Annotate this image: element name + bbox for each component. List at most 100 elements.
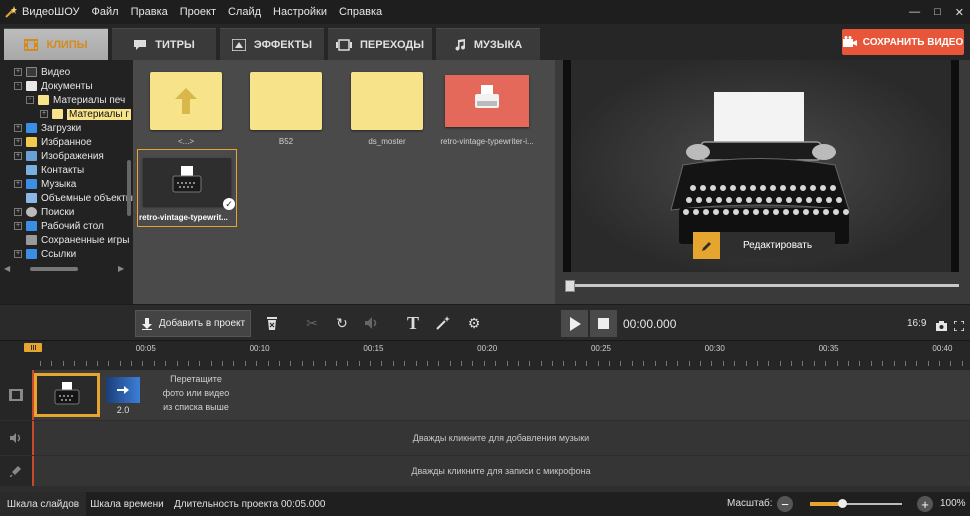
close-icon[interactable]: ✕ [955, 6, 964, 19]
ruler-tick [176, 361, 178, 366]
tree-item-links[interactable]: + Ссылки [14, 247, 76, 261]
playhead-handle[interactable] [24, 343, 42, 352]
ruler-tick [825, 361, 827, 366]
ruler-tick [483, 361, 485, 366]
zoom-slider-thumb[interactable] [838, 499, 848, 508]
file-up-folder[interactable] [150, 72, 222, 130]
tree-item-favorites[interactable]: + Избранное [14, 135, 92, 149]
tree-item-saved-games[interactable]: Сохраненные игры [14, 233, 129, 247]
cut-icon[interactable]: ✂ [302, 313, 322, 333]
volume-icon[interactable] [362, 313, 382, 333]
folder-icon [52, 109, 63, 119]
tab-transitions[interactable]: ПЕРЕХОДЫ [328, 28, 432, 60]
download-icon [26, 123, 37, 133]
add-to-project-button[interactable]: Добавить в проект [135, 310, 251, 337]
seek-track[interactable] [565, 284, 959, 287]
ruler-tick [631, 361, 633, 366]
scroll-left-icon[interactable]: ◀ [4, 264, 10, 273]
tree-item-materials-selected[interactable]: + Материалы г [40, 107, 131, 121]
menu-file[interactable]: Файл [92, 6, 119, 18]
file-image-typewriter-red[interactable] [445, 75, 529, 127]
magic-wand-icon[interactable] [433, 313, 453, 333]
tab-clips[interactable]: КЛИПЫ [4, 28, 108, 60]
ruler-tick [586, 361, 588, 366]
tree-item-video[interactable]: + Видео [14, 65, 70, 79]
snapshot-icon[interactable] [936, 318, 947, 336]
ruler-tick [654, 361, 656, 366]
timeline-ruler[interactable]: 00:05 00:10 00:15 00:20 00:25 00:30 00:35 00:40 [0, 340, 970, 370]
edit-button-label: Редактировать [742, 240, 813, 251]
ruler-tick [96, 361, 98, 366]
seek-handle[interactable] [565, 280, 575, 292]
tab-music[interactable]: МУЗЫКА [436, 28, 540, 60]
ruler-tick [802, 361, 804, 366]
slides-scale-tab[interactable]: Шкала слайдов [0, 492, 86, 516]
tree-horizontal-scrollbar[interactable] [30, 267, 78, 271]
preview-panel: Редактировать [555, 60, 970, 304]
tree-item-downloads[interactable]: + Загрузки [14, 121, 81, 135]
tree-item-documents[interactable]: - Документы [14, 79, 93, 93]
tree-item-searches[interactable]: + Поиски [14, 205, 74, 219]
tree-vertical-scrollbar[interactable] [127, 160, 131, 216]
timeline-scale-tab[interactable]: Шкала времени [86, 492, 168, 516]
music-icon [455, 38, 465, 51]
ruler-tick [904, 361, 906, 366]
fullscreen-icon[interactable] [953, 318, 965, 336]
zoom-in-button[interactable]: + [917, 496, 933, 512]
ruler-tick [552, 361, 554, 366]
file-image-typewriter-dark-selected[interactable]: ✓ retro-vintage-typewrit... [137, 149, 237, 227]
contacts-icon [26, 165, 37, 175]
tree-item-images[interactable]: + Изображения [14, 149, 104, 163]
ruler-tick [768, 361, 770, 366]
settings-gear-icon[interactable]: ⚙ [464, 313, 484, 333]
ruler-tick [540, 361, 542, 366]
tree-item-contacts[interactable]: Контакты [14, 163, 84, 177]
zoom-out-button[interactable]: − [777, 496, 793, 512]
timeline-slide[interactable] [34, 373, 100, 417]
typewriter-thumb-icon [54, 382, 80, 405]
tree-item-music[interactable]: + Музыка [14, 177, 76, 191]
ruler-tick [847, 361, 849, 366]
menu-slide[interactable]: Слайд [228, 6, 261, 18]
ruler-tick [74, 361, 76, 366]
voice-track[interactable]: Дважды кликните для записи с микрофона [0, 456, 970, 486]
scroll-right-icon[interactable]: ▶ [118, 264, 124, 273]
maximize-icon[interactable]: □ [934, 6, 941, 18]
ruler-tick [506, 361, 508, 366]
file-grid: <...> B52 ds_moster retro-vintage-typewr… [133, 60, 555, 304]
tab-effects[interactable]: ЭФФЕКТЫ [220, 28, 324, 60]
file-folder-b52[interactable] [250, 72, 322, 130]
delete-icon[interactable] [262, 313, 282, 333]
play-button[interactable] [561, 310, 588, 337]
rotate-icon[interactable]: ↻ [332, 313, 352, 333]
minimize-icon[interactable]: — [909, 6, 920, 18]
ruler-tick [256, 361, 258, 366]
menu-settings[interactable]: Настройки [273, 6, 327, 18]
save-video-button[interactable]: СОХРАНИТЬ ВИДЕО [842, 29, 964, 55]
file-label: B52 [278, 137, 294, 146]
zoom-value: 100% [940, 498, 966, 509]
tree-item-3d-objects[interactable]: Объемные объекты [14, 191, 133, 205]
music-track[interactable]: Дважды кликните для добавления музыки [0, 421, 970, 455]
ruler-tick [210, 361, 212, 366]
text-icon[interactable]: T [403, 313, 423, 333]
menu-help[interactable]: Справка [339, 6, 382, 18]
stop-button[interactable] [590, 310, 617, 337]
menu-edit[interactable]: Правка [131, 6, 168, 18]
file-label: retro-vintage-typewriter-i... [440, 137, 534, 146]
file-folder-ds-moster[interactable] [351, 72, 423, 130]
status-bar: Шкала слайдов Шкала времени Длительность… [0, 492, 970, 516]
aspect-ratio-toggle[interactable]: 16:9 [907, 318, 926, 329]
ruler-label: 00:30 [704, 344, 725, 353]
tab-titles[interactable]: ТИТРЫ [112, 28, 216, 60]
ruler-tick [745, 361, 747, 366]
menu-project[interactable]: Проект [180, 6, 216, 18]
edit-button[interactable]: Редактировать [693, 232, 835, 259]
transition-block[interactable] [106, 377, 140, 403]
ruler-tick [358, 361, 360, 366]
up-arrow-icon [175, 88, 197, 114]
ruler-tick [472, 361, 474, 366]
tree-item-desktop[interactable]: + Рабочий стол [14, 219, 104, 233]
film-icon [24, 38, 39, 51]
tree-item-print-materials[interactable]: - Материалы печ [26, 93, 125, 107]
